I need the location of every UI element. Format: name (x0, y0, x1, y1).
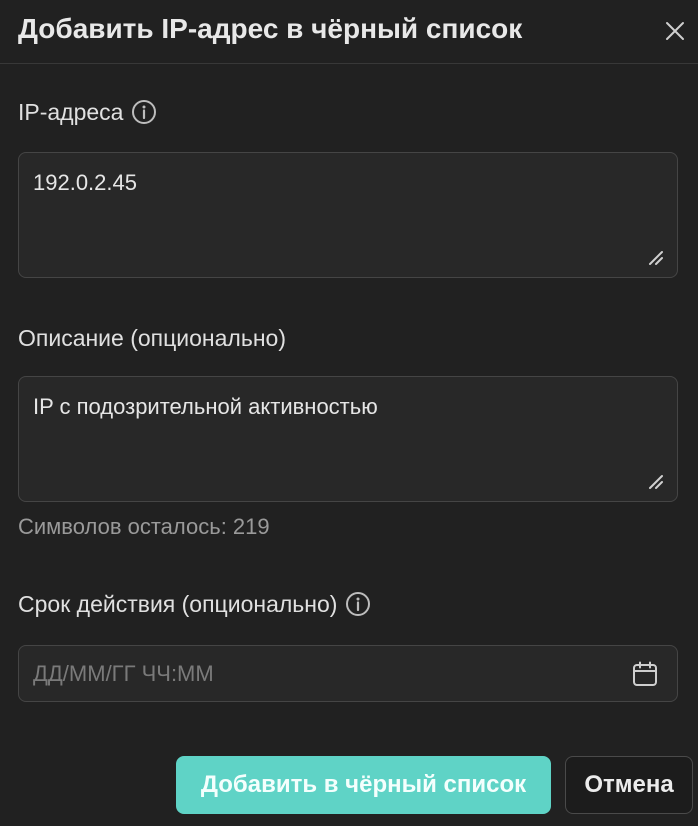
resize-handle-icon[interactable] (647, 473, 663, 489)
description-textarea[interactable]: IP с подозрительной активностью (18, 376, 678, 502)
expiry-label-text: Срок действия (опционально) (18, 591, 338, 617)
blacklist-dialog: Добавить IP-адрес в чёрный список IP-адр… (0, 0, 698, 826)
description-label-text: Описание (опционально) (18, 325, 286, 351)
ip-textarea-value: 192.0.2.45 (33, 170, 137, 195)
expiry-info-button[interactable] (345, 591, 371, 617)
info-icon (132, 100, 157, 124)
dialog-header: Добавить IP-адрес в чёрный список (0, 0, 698, 64)
description-field-label: Описание (опционально) (18, 324, 286, 352)
add-to-blacklist-button[interactable]: Добавить в чёрный список (176, 756, 551, 814)
expiry-date-placeholder: ДД/ММ/ГГ ЧЧ:ММ (33, 661, 214, 686)
ip-info-button[interactable] (131, 99, 157, 125)
ip-field-label: IP-адреса (18, 98, 157, 126)
dialog-title: Добавить IP-адрес в чёрный список (18, 13, 523, 44)
close-button[interactable] (660, 16, 690, 46)
chars-left-hint: Символов осталось: 219 (18, 514, 270, 539)
ip-textarea[interactable]: 192.0.2.45 (18, 152, 678, 278)
resize-handle-icon[interactable] (647, 249, 663, 265)
ip-label-text: IP-адреса (18, 99, 124, 125)
info-icon (346, 592, 371, 616)
description-textarea-value: IP с подозрительной активностью (33, 394, 378, 419)
expiry-date-input[interactable]: ДД/ММ/ГГ ЧЧ:ММ (18, 645, 678, 702)
expiry-field-label: Срок действия (опционально) (18, 590, 371, 618)
calendar-icon[interactable] (631, 660, 659, 688)
cancel-button[interactable]: Отмена (565, 756, 693, 814)
close-icon (666, 22, 684, 40)
